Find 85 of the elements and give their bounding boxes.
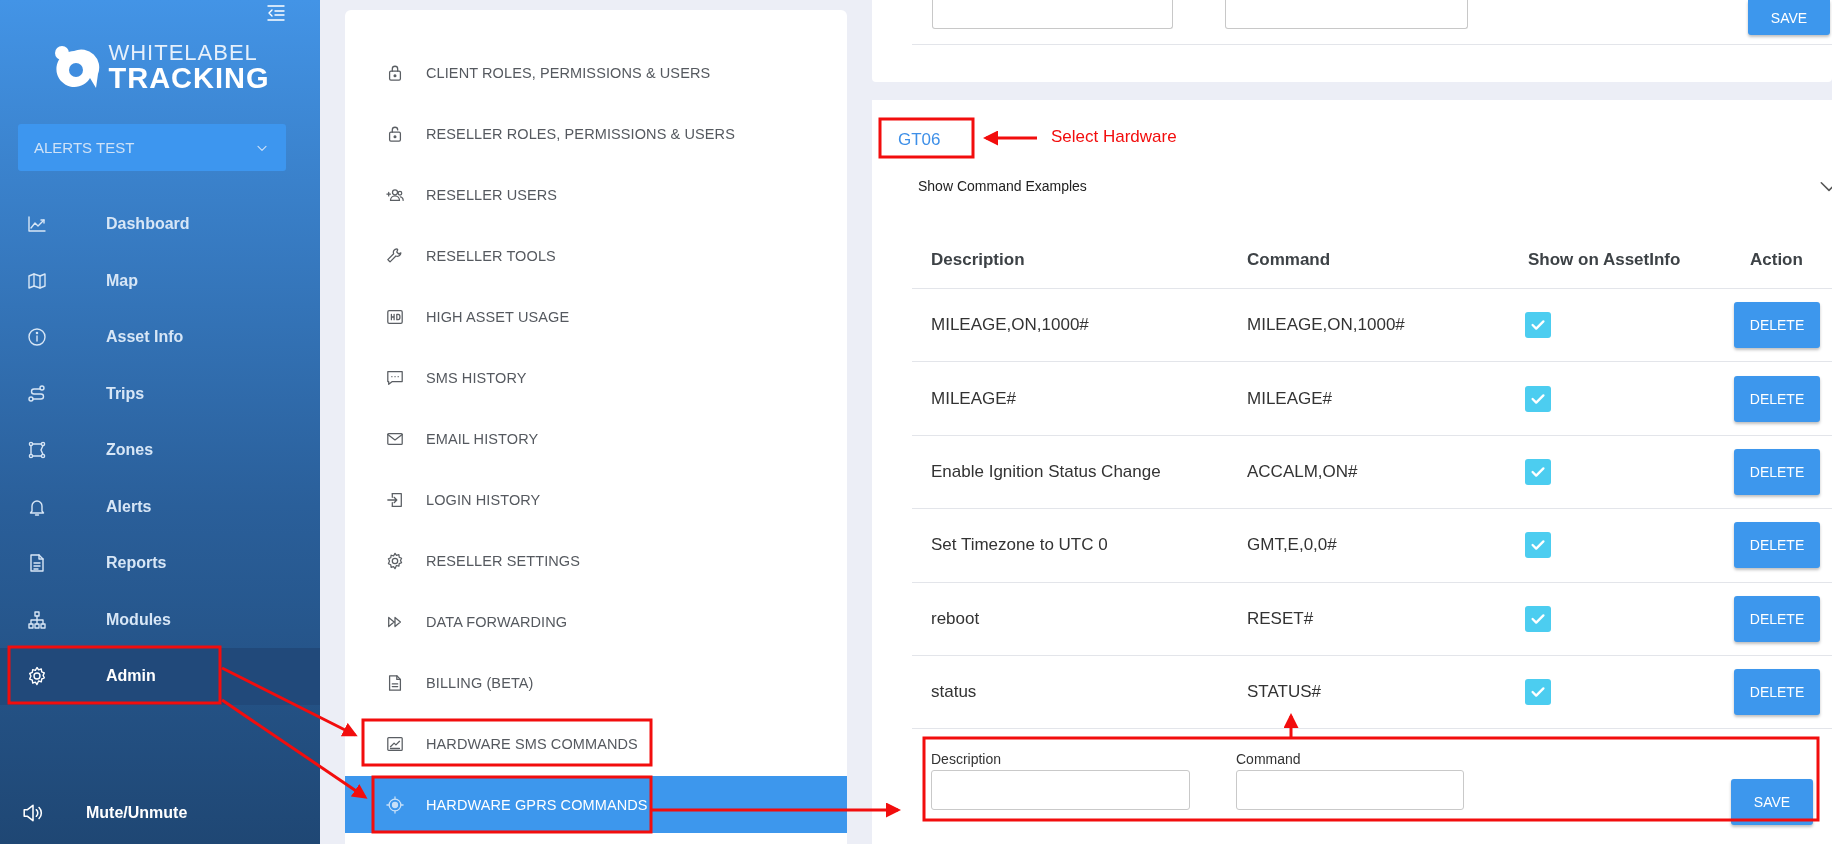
map-icon bbox=[27, 270, 47, 291]
command-input[interactable] bbox=[1236, 770, 1464, 811]
document-icon bbox=[27, 553, 47, 574]
delete-button[interactable]: DELETE bbox=[1734, 375, 1820, 422]
menu-item[interactable]: BILLING (BETA) bbox=[345, 652, 847, 713]
field-label: Description bbox=[931, 751, 1002, 768]
document-icon bbox=[386, 673, 404, 692]
nav-item[interactable]: Map bbox=[0, 252, 320, 309]
route-icon bbox=[27, 383, 47, 404]
annotation-arrow bbox=[1283, 713, 1299, 737]
table-cell: GMT,E,0,0# bbox=[1228, 508, 1509, 583]
nav-item[interactable]: Zones bbox=[0, 422, 320, 479]
menu-item[interactable]: EMAIL HISTORY bbox=[345, 408, 847, 469]
table-cell: STATUS# bbox=[1228, 655, 1509, 729]
delete-button[interactable]: DELETE bbox=[1734, 669, 1820, 716]
annotation-arrow bbox=[983, 130, 1037, 146]
menu-collapse-icon bbox=[266, 3, 286, 23]
hierarchy-icon bbox=[27, 609, 47, 630]
menu-item[interactable]: LOGIN HISTORY bbox=[345, 469, 847, 530]
message-icon bbox=[386, 368, 404, 387]
menu-item[interactable]: HIGH ASSET USAGE bbox=[345, 286, 847, 347]
menu-item[interactable]: HARDWARE GPRS COMMANDS bbox=[345, 776, 847, 833]
gear-icon bbox=[386, 551, 404, 570]
nav-item[interactable]: Trips bbox=[0, 365, 320, 422]
hardware-selector[interactable]: GT06 bbox=[898, 130, 941, 150]
checkbox[interactable] bbox=[1525, 312, 1551, 339]
menu-item[interactable]: DATA FORWARDING bbox=[345, 591, 847, 652]
table-cell: reboot bbox=[912, 582, 1228, 656]
annotation-label: Select Hardware bbox=[1051, 127, 1177, 147]
save-button[interactable]: SAVE bbox=[1748, 0, 1830, 35]
padlock-icon bbox=[386, 124, 404, 143]
menu-item[interactable]: RESELLER TOOLS bbox=[345, 225, 847, 286]
menu-item[interactable]: CLIENT ROLES, PERMISSIONS & USERS bbox=[345, 42, 847, 103]
mute-toggle[interactable]: Mute/Unmute bbox=[0, 801, 320, 825]
input-field[interactable] bbox=[932, 0, 1173, 29]
delete-button[interactable]: DELETE bbox=[1734, 302, 1820, 349]
logo: WHITELABEL TRACKING bbox=[0, 38, 320, 96]
nav-item[interactable]: Dashboard bbox=[0, 196, 320, 253]
description-input[interactable] bbox=[931, 770, 1190, 811]
menu-item[interactable]: RESELLER SETTINGS bbox=[345, 530, 847, 591]
table-cell: MILEAGE# bbox=[1228, 361, 1509, 436]
examples-toggle[interactable]: Show Command Examples bbox=[912, 177, 1832, 195]
column-header: Command bbox=[1228, 250, 1509, 289]
table-cell: Enable Ignition Status Change bbox=[912, 435, 1228, 509]
menu-item[interactable]: RESELLER ROLES, PERMISSIONS & USERS bbox=[345, 103, 847, 164]
table-cell: MILEAGE,ON,1000# bbox=[912, 288, 1228, 362]
column-header: Action bbox=[1731, 250, 1832, 289]
nav-item[interactable]: Asset Info bbox=[0, 309, 320, 366]
chart-icon bbox=[386, 734, 404, 753]
table-cell: MILEAGE# bbox=[912, 361, 1228, 436]
target-icon bbox=[386, 795, 404, 814]
checkbox[interactable] bbox=[1525, 385, 1551, 412]
column-header: Description bbox=[912, 250, 1228, 289]
table-cell: status bbox=[912, 655, 1228, 729]
delete-button[interactable]: DELETE bbox=[1734, 522, 1820, 569]
delete-button[interactable]: DELETE bbox=[1734, 595, 1820, 642]
table-cell: Set Timezone to UTC 0 bbox=[912, 508, 1228, 583]
checkbox[interactable] bbox=[1525, 532, 1551, 559]
table-cell: MILEAGE,ON,1000# bbox=[1228, 288, 1509, 362]
field-label: Command bbox=[1236, 751, 1301, 768]
checkbox[interactable] bbox=[1525, 605, 1551, 632]
sign-in-icon bbox=[386, 490, 404, 509]
menu-item[interactable]: RESELLER USERS bbox=[345, 164, 847, 225]
padlock-icon bbox=[386, 63, 404, 82]
checkbox[interactable] bbox=[1525, 458, 1551, 485]
menu-item[interactable]: SMS HISTORY bbox=[345, 347, 847, 408]
hd-icon bbox=[386, 307, 404, 326]
delete-button[interactable]: DELETE bbox=[1734, 448, 1820, 495]
menu-item[interactable]: HARDWARE SMS COMMANDS bbox=[345, 713, 847, 774]
polygon-icon bbox=[27, 440, 47, 461]
nav-item[interactable]: Modules bbox=[0, 591, 320, 648]
info-icon bbox=[27, 327, 47, 348]
table-cell: RESET# bbox=[1228, 582, 1509, 656]
nav-item[interactable]: Alerts bbox=[0, 478, 320, 535]
input-field[interactable] bbox=[1225, 0, 1468, 29]
wrench-icon bbox=[386, 246, 404, 265]
gear-icon bbox=[27, 666, 47, 687]
speaker-icon bbox=[22, 802, 44, 824]
column-header: Show on AssetInfo bbox=[1509, 250, 1731, 289]
checkbox[interactable] bbox=[1525, 679, 1551, 706]
table-cell: ACCALM,ON# bbox=[1228, 435, 1509, 509]
save-button[interactable]: SAVE bbox=[1731, 779, 1813, 826]
nav-item[interactable]: Reports bbox=[0, 535, 320, 592]
nav-item[interactable]: Admin bbox=[0, 648, 320, 705]
chart-icon bbox=[27, 214, 47, 235]
